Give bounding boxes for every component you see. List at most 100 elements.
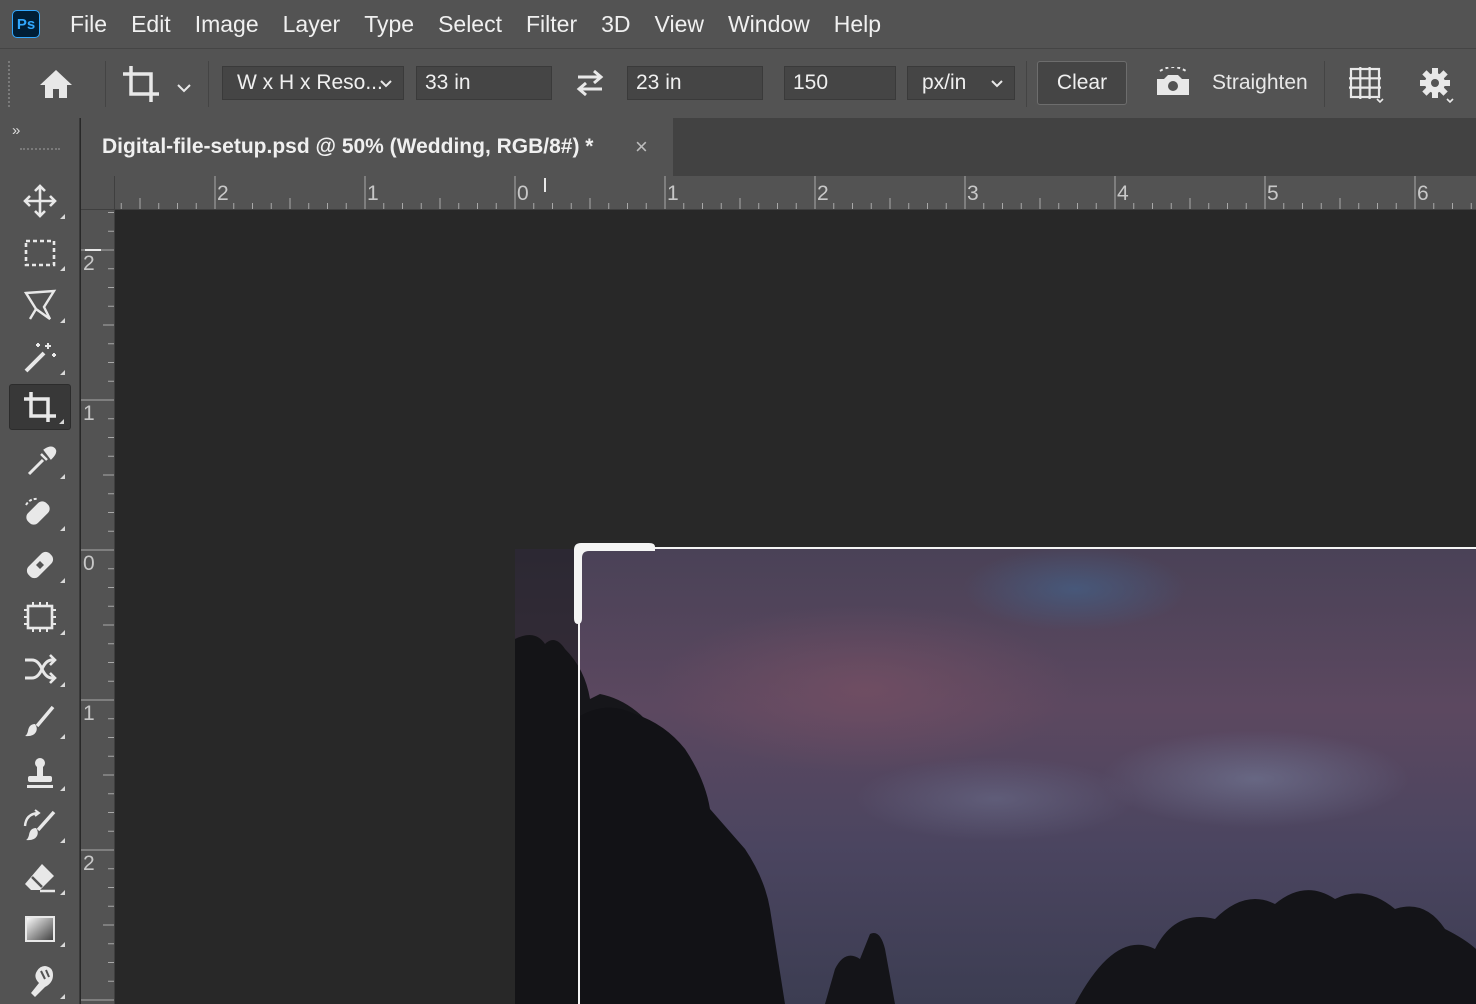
straighten-icon	[1157, 67, 1189, 95]
ruler-v-label: 2	[83, 852, 95, 875]
menu-file[interactable]: File	[58, 0, 119, 48]
menu-filter[interactable]: Filter	[514, 0, 589, 48]
ruler-h-label: 2	[817, 182, 829, 205]
move-tool[interactable]	[9, 178, 71, 224]
cursor-position-marker	[544, 178, 546, 192]
crop-tool[interactable]	[9, 384, 71, 430]
eraser-icon	[25, 864, 55, 893]
menu-edit[interactable]: Edit	[119, 0, 183, 48]
menu-type[interactable]: Type	[352, 0, 426, 48]
menu-view[interactable]: View	[643, 0, 716, 48]
tools-panel: »	[0, 118, 80, 1004]
clear-button[interactable]: Clear	[1037, 61, 1127, 105]
document-canvas[interactable]	[116, 211, 1476, 1004]
document-tab[interactable]: Digital-file-setup.psd @ 50% (Wedding, R…	[81, 118, 673, 176]
spot-healing-brush-icon	[25, 497, 50, 525]
wedding-photo-layer[interactable]	[515, 549, 1476, 1004]
history-brush-icon	[23, 809, 56, 841]
overlay-options-button[interactable]	[1342, 63, 1390, 105]
ruler-h-label: 5	[1267, 182, 1279, 205]
crop-icon	[123, 66, 159, 102]
tree-silhouettes	[515, 635, 1476, 1004]
swap-arrows-icon	[576, 69, 604, 97]
lasso-tool[interactable]	[9, 282, 71, 328]
menu-select[interactable]: Select	[426, 0, 514, 48]
smudge-icon	[31, 966, 53, 997]
rectangular-marquee-icon	[24, 239, 56, 267]
ruler-h-label: 1	[667, 182, 679, 205]
straighten-button[interactable]	[1150, 63, 1196, 103]
spot-healing-tool[interactable]	[9, 490, 71, 536]
smudge-tool[interactable]	[9, 958, 71, 1004]
ruler-v-label: 1	[83, 702, 95, 725]
crop-boundary-top[interactable]	[580, 547, 1476, 549]
patch-tool[interactable]	[9, 594, 71, 640]
menu-3d[interactable]: 3D	[589, 0, 642, 48]
resolution-unit-value: px/in	[922, 71, 967, 94]
clone-stamp-icon	[27, 758, 53, 788]
magic-wand-icon	[24, 343, 56, 373]
patch-icon	[24, 602, 56, 632]
eyedropper-tool[interactable]	[9, 438, 71, 484]
ruler-h-label: 4	[1117, 182, 1129, 205]
vertical-ruler[interactable]: 2 1 0 1 2	[81, 210, 115, 1004]
ruler-h-label: 3	[967, 182, 979, 205]
ratio-preset-dropdown[interactable]: W x H x Reso...	[222, 66, 404, 100]
ruler-h-label: 0	[517, 182, 529, 205]
menu-bar: Ps File Edit Image Layer Type Select Fil…	[0, 0, 1476, 48]
ruler-v-label: 2	[83, 252, 95, 275]
content-aware-move-tool[interactable]	[9, 646, 71, 692]
menu-image[interactable]: Image	[183, 0, 271, 48]
magic-wand-tool[interactable]	[9, 334, 71, 380]
ruler-origin[interactable]	[81, 176, 115, 210]
move-icon	[23, 184, 57, 218]
crop-settings-button[interactable]	[1412, 63, 1460, 105]
gradient-icon	[25, 916, 55, 942]
ruler-h-label: 2	[217, 182, 229, 205]
menu-help[interactable]: Help	[822, 0, 893, 48]
eyedropper-icon	[27, 446, 57, 476]
crop-handle-top-left[interactable]	[569, 538, 655, 624]
chevron-down-icon	[991, 80, 1003, 88]
home-button[interactable]	[30, 63, 82, 105]
content-aware-move-icon	[25, 654, 57, 684]
menu-layer[interactable]: Layer	[271, 0, 353, 48]
document-tab-strip: Digital-file-setup.psd @ 50% (Wedding, R…	[81, 118, 1476, 176]
ruler-h-label: 6	[1417, 182, 1429, 205]
tool-preset-picker[interactable]	[116, 61, 196, 107]
healing-tool[interactable]	[9, 542, 71, 588]
resolution-unit-dropdown[interactable]: px/in	[907, 66, 1015, 100]
polygonal-lasso-icon	[23, 289, 57, 320]
options-bar: W x H x Reso... 33 in 23 in 150 px/in Cl…	[0, 48, 1476, 118]
brush-tool[interactable]	[9, 698, 71, 744]
options-bar-grip[interactable]	[8, 61, 12, 107]
history-brush-tool[interactable]	[9, 802, 71, 848]
home-icon	[40, 70, 72, 98]
horizontal-ruler[interactable]: 2 1 0 1 2 3 4 5 6	[115, 176, 1476, 210]
straighten-label[interactable]: Straighten	[1212, 71, 1308, 95]
width-input[interactable]: 33 in	[416, 66, 552, 100]
clone-stamp-tool[interactable]	[9, 750, 71, 796]
gradient-tool[interactable]	[9, 906, 71, 952]
document-tab-title[interactable]: Digital-file-setup.psd @ 50% (Wedding, R…	[102, 135, 593, 159]
cursor-position-marker	[85, 249, 101, 251]
crop-icon	[24, 392, 56, 422]
brush-icon	[25, 705, 55, 737]
collapse-panel-button[interactable]: »	[12, 122, 20, 139]
height-input[interactable]: 23 in	[627, 66, 763, 100]
resolution-input[interactable]: 150	[784, 66, 896, 100]
chevron-down-icon	[177, 84, 191, 93]
marquee-tool[interactable]	[9, 230, 71, 276]
chevron-down-icon	[380, 80, 392, 88]
close-tab-button[interactable]: ×	[635, 134, 648, 160]
ruler-h-label: 1	[367, 182, 379, 205]
grid-overlay-icon	[1349, 67, 1384, 103]
ruler-v-label: 0	[83, 552, 95, 575]
tools-panel-grip[interactable]	[20, 148, 60, 152]
menu-window[interactable]: Window	[716, 0, 822, 48]
healing-brush-icon	[26, 551, 54, 579]
eraser-tool[interactable]	[9, 854, 71, 900]
ruler-v-label: 1	[83, 402, 95, 425]
photoshop-logo[interactable]: Ps	[12, 10, 40, 38]
swap-dimensions-button[interactable]	[566, 65, 614, 101]
